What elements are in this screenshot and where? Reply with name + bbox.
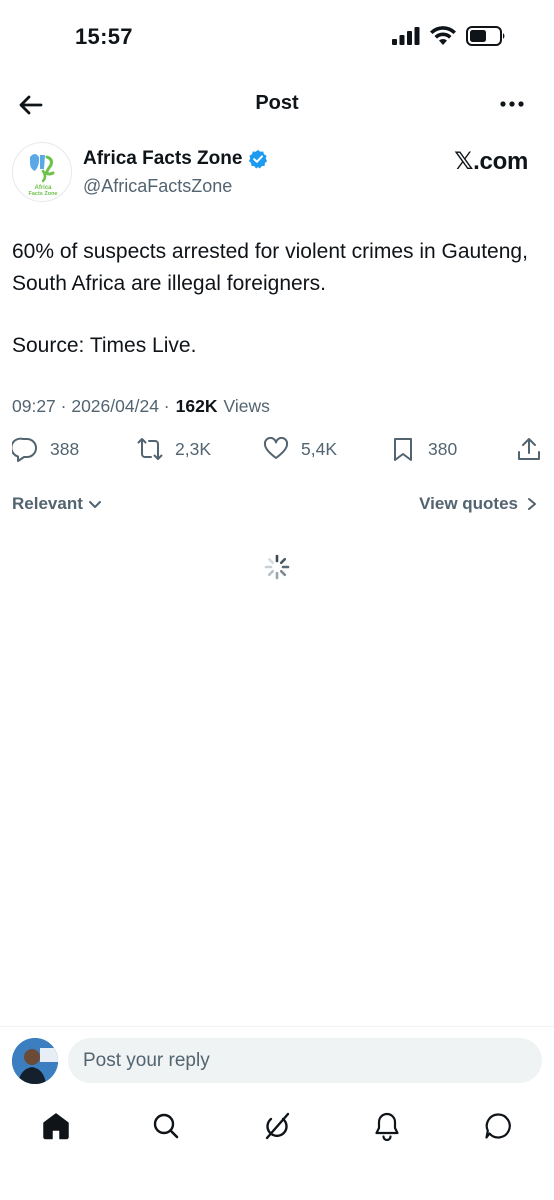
africa-facts-zone-logo: Africa Facts Zone <box>28 154 58 197</box>
reply-icon <box>12 437 37 462</box>
page-title: Post <box>255 92 299 114</box>
chevron-down-icon <box>88 501 101 508</box>
chevron-right-icon <box>528 498 536 510</box>
post-text-line: 60% of suspects arrested for violent cri… <box>12 240 528 295</box>
repost-icon <box>137 438 163 460</box>
user-avatar-photo <box>12 1038 58 1084</box>
author-name: Africa Facts Zone <box>83 148 243 169</box>
author-avatar[interactable]: Africa Facts Zone <box>12 142 72 202</box>
messages-icon <box>485 1113 511 1139</box>
author-handle[interactable]: @AfricaFactsZone <box>83 176 232 197</box>
search-icon <box>153 1113 179 1139</box>
more-horizontal-icon <box>500 101 524 107</box>
post-timestamp[interactable]: 09:27 · 2026/04/24 · <box>12 396 170 417</box>
share-button[interactable] <box>516 436 542 462</box>
like-count: 5,4K <box>301 438 337 459</box>
post-actions: 388 2,3K 5,4K 380 <box>0 436 554 470</box>
nav-home[interactable] <box>34 1104 78 1148</box>
sort-relevant-dropdown[interactable]: Relevant <box>12 494 102 514</box>
cellular-signal-icon <box>392 27 420 45</box>
post-meta: 09:27 · 2026/04/24 · 162K Views <box>12 396 270 417</box>
post-author: Africa Facts Zone Africa Facts Zone @Afr… <box>0 142 554 206</box>
source-badge: 𝕏.com <box>454 148 528 175</box>
battery-icon <box>466 26 505 46</box>
repost-count: 2,3K <box>175 438 211 459</box>
bookmark-button[interactable]: 380 <box>390 436 457 462</box>
svg-text:Facts Zone: Facts Zone <box>28 191 57 197</box>
verified-badge-icon <box>249 149 268 169</box>
views-label: Views <box>223 396 270 416</box>
author-name-row[interactable]: Africa Facts Zone <box>83 148 268 170</box>
status-time: 15:57 <box>75 24 133 49</box>
nav-messages[interactable] <box>476 1104 520 1148</box>
reply-count: 388 <box>50 438 80 459</box>
share-icon <box>518 438 540 460</box>
view-quotes-link[interactable]: View quotes <box>419 494 538 514</box>
nav-search[interactable] <box>144 1104 188 1148</box>
replies-sort-row: Relevant View quotes <box>0 494 554 520</box>
heart-icon <box>263 436 289 459</box>
grok-icon <box>265 1112 290 1140</box>
user-avatar[interactable] <box>12 1038 58 1084</box>
bookmark-icon <box>394 438 412 461</box>
wifi-icon <box>430 26 456 45</box>
bottom-nav <box>0 1104 554 1148</box>
reply-divider <box>0 1026 554 1027</box>
sort-label: Relevant <box>12 494 83 513</box>
nav-grok[interactable] <box>255 1104 299 1148</box>
notifications-icon <box>375 1112 399 1141</box>
repost-button[interactable]: 2,3K <box>137 436 211 462</box>
nav-notifications[interactable] <box>365 1104 409 1148</box>
post-header: Post <box>0 80 554 128</box>
like-button[interactable]: 5,4K <box>263 436 337 462</box>
views-count[interactable]: 162K <box>176 396 218 417</box>
loading-spinner-icon <box>264 554 290 580</box>
post-text: 60% of suspects arrested for violent cri… <box>12 236 542 362</box>
reply-input[interactable] <box>68 1038 542 1083</box>
home-icon <box>43 1113 69 1140</box>
status-bar: 15:57 <box>0 0 554 75</box>
post-text-line: Source: Times Live. <box>12 334 197 357</box>
view-quotes-label: View quotes <box>419 494 518 513</box>
more-options-button[interactable] <box>498 94 528 114</box>
reply-button[interactable]: 388 <box>12 436 79 462</box>
bookmark-count: 380 <box>428 438 458 459</box>
status-icons <box>392 26 506 46</box>
